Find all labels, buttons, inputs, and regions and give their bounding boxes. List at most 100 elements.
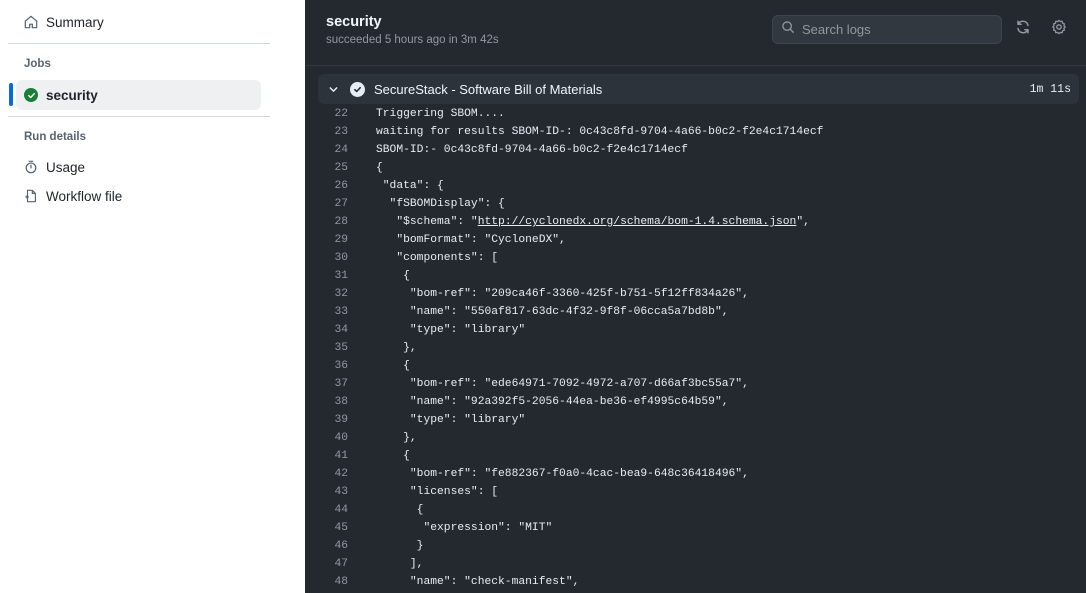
log-line: 28 "$schema": "http://cyclonedx.org/sche… [318,213,1079,231]
refresh-button[interactable] [1014,19,1032,40]
line-number[interactable]: 24 [318,144,348,156]
line-number[interactable]: 47 [318,558,348,570]
home-icon [24,15,38,29]
line-number[interactable]: 27 [318,198,348,210]
log-text: }, [376,342,417,354]
chevron-down-icon[interactable] [327,83,339,95]
log-output: 22 Triggering SBOM.... 23 waiting for resul… [318,105,1079,593]
line-number[interactable]: 37 [318,378,348,390]
line-number[interactable]: 43 [318,486,348,498]
search-icon [781,20,795,39]
log-link[interactable]: http://cyclonedx.org/schema/bom-1.4.sche… [478,216,797,228]
sidebar-item-workflow-file[interactable]: Workflow file [16,181,261,211]
job-status-text: succeeded 5 hours ago in 3m 42s [326,34,499,46]
log-line: 34 "type": "library" [318,321,1079,339]
log-text: "fSBOMDisplay": { [376,198,505,210]
log-line: 43 "licenses": [ [318,483,1079,501]
log-text: "bom-ref": "fe882367-f0a0-4cac-bea9-648c… [376,468,749,480]
check-circle-icon [24,88,38,102]
log-text: { [376,360,410,372]
log-text: "expression": "MIT" [376,522,553,534]
log-text: "bomFormat": "CycloneDX", [376,234,566,246]
log-line: 32 "bom-ref": "209ca46f-3360-425f-b751-5… [318,285,1079,303]
line-number[interactable]: 38 [318,396,348,408]
log-line: 44 { [318,501,1079,519]
log-line: 39 "type": "library" [318,411,1079,429]
log-text: "name": "check-manifest", [376,576,580,588]
search-input[interactable] [802,22,992,37]
log-line: 25 { [318,159,1079,177]
log-line: 26 "data": { [318,177,1079,195]
check-circle-icon [350,81,365,97]
line-number[interactable]: 26 [318,180,348,192]
log-line: 36 { [318,357,1079,375]
line-number[interactable]: 25 [318,162,348,174]
step-header[interactable]: SecureStack - Software Bill of Materials… [318,74,1079,104]
log-text-segment: ", [796,216,810,228]
line-number[interactable]: 29 [318,234,348,246]
line-number[interactable]: 46 [318,540,348,552]
sidebar-item-label: Workflow file [46,188,123,204]
log-line: 22 Triggering SBOM.... [318,105,1079,123]
log-text: { [376,270,410,282]
line-number[interactable]: 23 [318,126,348,138]
log-line: 24 SBOM-ID:- 0c43c8fd-9704-4a66-b0c2-f2e4… [318,141,1079,159]
sidebar: Summary Jobs security Run details Usage … [0,0,305,593]
log-text: ], [376,558,424,570]
run-details-heading: Run details [24,131,86,143]
divider [8,43,270,44]
stopwatch-icon [24,160,38,174]
line-number[interactable]: 32 [318,288,348,300]
log-text: SBOM-ID:- 0c43c8fd-9704-4a66-b0c2-f2e4c1… [376,144,688,156]
line-number[interactable]: 48 [318,576,348,588]
log-line: 30 "components": [ [318,249,1079,267]
log-text: Triggering SBOM.... [376,108,505,120]
sidebar-item-label: security [46,87,98,103]
step-duration: 1m 11s [1029,82,1071,96]
log-text: { [376,450,410,462]
log-text: "$schema": "http://cyclonedx.org/schema/… [376,216,810,228]
log-line: 31 { [318,267,1079,285]
line-number[interactable]: 45 [318,522,348,534]
log-line: 29 "bomFormat": "CycloneDX", [318,231,1079,249]
log-text: "bom-ref": "209ca46f-3360-425f-b751-5f12… [376,288,749,300]
sidebar-item-summary[interactable]: Summary [16,7,261,37]
line-number[interactable]: 33 [318,306,348,318]
sidebar-item-label: Summary [46,14,104,30]
line-number[interactable]: 35 [318,342,348,354]
sidebar-item-usage[interactable]: Usage [16,152,261,182]
line-number[interactable]: 31 [318,270,348,282]
line-number[interactable]: 40 [318,432,348,444]
line-number[interactable]: 36 [318,360,348,372]
line-number[interactable]: 41 [318,450,348,462]
line-number[interactable]: 28 [318,216,348,228]
log-text: "data": { [376,180,444,192]
log-line: 27 "fSBOMDisplay": { [318,195,1079,213]
log-line: 38 "name": "92a392f5-2056-44ea-be36-ef49… [318,393,1079,411]
refresh-icon [1015,19,1031,40]
settings-button[interactable] [1050,19,1068,38]
line-number[interactable]: 39 [318,414,348,426]
log-text: "name": "92a392f5-2056-44ea-be36-ef4995c… [376,396,729,408]
log-text: "name": "550af817-63dc-4f32-9f8f-06cca5a… [376,306,729,318]
line-number[interactable]: 30 [318,252,348,264]
log-text: "type": "library" [376,324,526,336]
log-text: { [376,504,424,516]
log-text: }, [376,432,417,444]
log-text-segment: "$schema": " [376,216,478,228]
line-number[interactable]: 44 [318,504,348,516]
log-line: 48 "name": "check-manifest", [318,573,1079,591]
active-indicator [9,83,13,106]
jobs-heading: Jobs [24,58,51,70]
search-box[interactable] [772,15,1002,44]
log-line: 37 "bom-ref": "ede64971-7092-4972-a707-d… [318,375,1079,393]
log-line: 41 { [318,447,1079,465]
log-line: 46 } [318,537,1079,555]
line-number[interactable]: 22 [318,108,348,120]
log-header: security succeeded 5 hours ago in 3m 42s [305,0,1086,66]
log-line: 40 }, [318,429,1079,447]
line-number[interactable]: 42 [318,468,348,480]
sidebar-item-security[interactable]: security [16,80,261,110]
line-number[interactable]: 34 [318,324,348,336]
log-line: 23 waiting for results SBOM-ID-: 0c43c8fd… [318,123,1079,141]
